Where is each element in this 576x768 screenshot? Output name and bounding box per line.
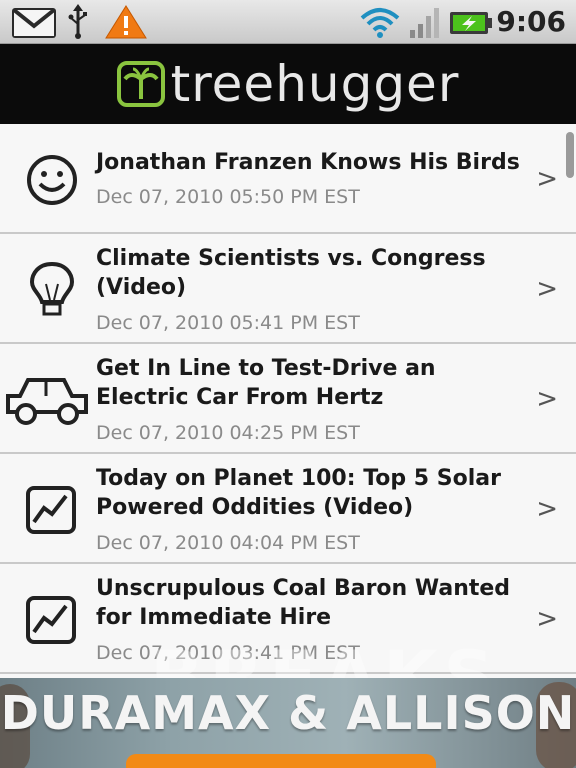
article-item[interactable]: Get In Line to Test-Drive an Electric Ca… bbox=[0, 344, 576, 454]
signal-icon bbox=[408, 4, 440, 40]
chart-icon bbox=[10, 586, 90, 656]
chevron-right-icon: > bbox=[536, 494, 558, 524]
chevron-right-icon: > bbox=[536, 164, 558, 194]
scrollbar-thumb[interactable] bbox=[566, 132, 574, 178]
article-title: Unscrupulous Coal Baron Wanted for Immed… bbox=[96, 576, 511, 630]
battery-charging-icon bbox=[448, 4, 494, 40]
article-date: Dec 07, 2010 04:04 PM EST bbox=[96, 532, 360, 554]
clock: 9:06 bbox=[496, 5, 566, 38]
article-item[interactable]: Today on Planet 100: Top 5 Solar Powered… bbox=[0, 454, 576, 564]
app-logo-text: treehugger bbox=[170, 55, 460, 113]
article-title: Get In Line to Test-Drive an Electric Ca… bbox=[96, 356, 436, 410]
warning-icon bbox=[104, 4, 148, 40]
article-date: Dec 07, 2010 05:41 PM EST bbox=[96, 312, 360, 334]
car-icon bbox=[2, 366, 92, 436]
article-date: Dec 07, 2010 05:50 PM EST bbox=[96, 186, 360, 208]
wifi-icon bbox=[358, 4, 402, 40]
chevron-right-icon: > bbox=[536, 384, 558, 414]
article-title: Climate Scientists vs. Congress (Video) bbox=[96, 246, 486, 300]
status-bar: 9:06 bbox=[0, 0, 576, 44]
chevron-right-icon: > bbox=[536, 274, 558, 304]
article-date: Dec 07, 2010 04:25 PM EST bbox=[96, 422, 360, 444]
chart-icon bbox=[10, 476, 90, 546]
gmail-icon bbox=[12, 8, 56, 38]
smiley-icon bbox=[10, 142, 90, 212]
article-title: Jonathan Franzen Knows His Birds bbox=[96, 150, 520, 175]
ad-headline: DURAMAX & ALLISON bbox=[0, 686, 576, 740]
article-item[interactable]: Climate Scientists vs. Congress (Video) … bbox=[0, 234, 576, 344]
article-title: Today on Planet 100: Top 5 Solar Powered… bbox=[96, 466, 501, 520]
ad-cta-button[interactable] bbox=[126, 754, 436, 768]
usb-icon bbox=[66, 4, 90, 40]
article-item[interactable]: Jonathan Franzen Knows His Birds Dec 07,… bbox=[0, 124, 576, 234]
chevron-right-icon: > bbox=[536, 604, 558, 634]
ad-banner[interactable]: DURAMAX & ALLISON bbox=[0, 678, 576, 768]
article-list[interactable]: Jonathan Franzen Knows His Birds Dec 07,… bbox=[0, 124, 576, 678]
lightbulb-icon bbox=[10, 254, 90, 324]
app-header: treehugger bbox=[0, 44, 576, 124]
palm-tree-icon bbox=[116, 61, 165, 107]
